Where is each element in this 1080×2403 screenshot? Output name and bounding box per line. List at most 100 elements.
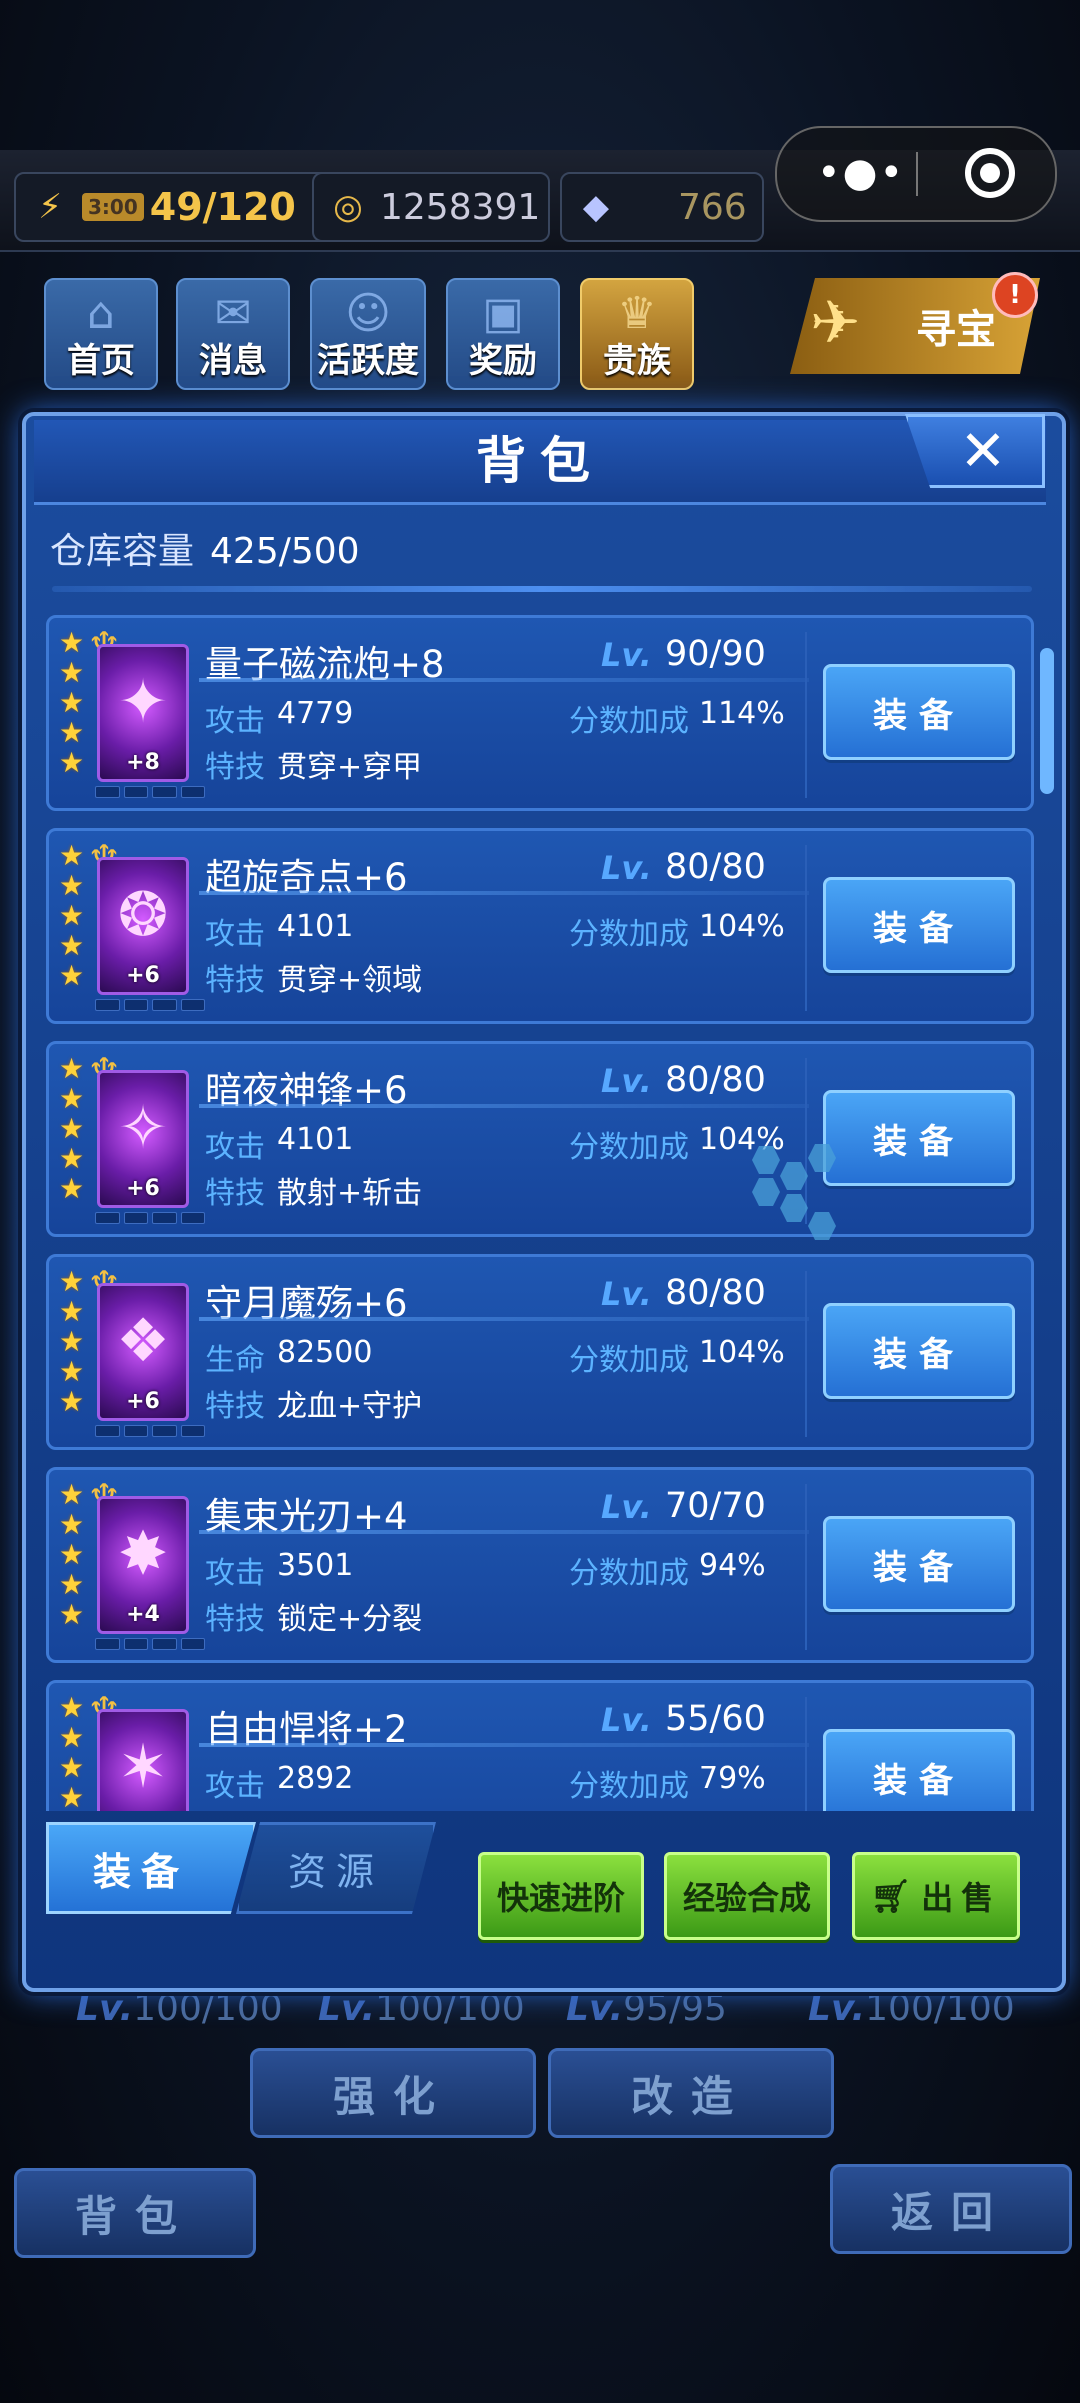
back-button[interactable]: 返回 xyxy=(830,2164,1072,2254)
level-tag: Lv. xyxy=(601,1062,652,1100)
stat-value: 4101 xyxy=(277,909,354,944)
equip-button[interactable]: 装备 xyxy=(823,877,1015,973)
card-divider xyxy=(805,845,807,1011)
enhance-level: +8 xyxy=(126,750,160,775)
skill-label: 特技 xyxy=(205,963,265,998)
skill-value: 锁定+分裂 xyxy=(277,1602,423,1637)
modify-button[interactable]: 改造 xyxy=(548,2048,834,2138)
bag-button[interactable]: 背包 xyxy=(14,2168,256,2258)
star-icon: ★ xyxy=(59,1112,85,1145)
item-card[interactable]: ★★★★★♆❂+6超旋奇点+6Lv.80/80攻击4101分数加成104%特技贯… xyxy=(46,828,1034,1024)
skill-label: 特技 xyxy=(205,1807,265,1811)
close-miniprogram-icon[interactable] xyxy=(965,148,1015,198)
sell-button[interactable]: 🛒︎ 出售 xyxy=(852,1852,1020,1940)
more-icon[interactable]: •●• xyxy=(817,153,905,193)
equip-button[interactable]: 装备 xyxy=(823,664,1015,760)
strengthen-button[interactable]: 强化 xyxy=(250,2048,536,2138)
level-tag: Lv. xyxy=(601,1488,652,1526)
star-icon: ★ xyxy=(59,959,85,992)
star-icon: ★ xyxy=(59,1751,85,1784)
bonus-value: 114% xyxy=(699,696,785,731)
equip-button[interactable]: 装备 xyxy=(823,1090,1015,1186)
item-level: 70/70 xyxy=(665,1486,766,1526)
star-icon: ★ xyxy=(59,899,85,932)
mail-icon: ✉ xyxy=(214,288,252,339)
item-level: 80/80 xyxy=(665,1273,766,1313)
gem-counter[interactable]: ◆ 766 xyxy=(560,172,764,242)
equip-button[interactable]: 装备 xyxy=(823,1729,1015,1811)
nav-noble[interactable]: ♛ 贵族 xyxy=(580,278,694,390)
star-icon: ★ xyxy=(59,716,85,749)
item-thumbnail[interactable]: ❖ +6 xyxy=(97,1283,189,1421)
skill-value: 龙血+守护 xyxy=(277,1389,423,1424)
gem-slots xyxy=(95,1425,205,1437)
item-thumbnail[interactable]: ✸ +4 xyxy=(97,1496,189,1634)
star-icon: ★ xyxy=(59,1538,85,1571)
star-rating: ★★★★★ xyxy=(59,1480,89,1630)
star-icon: ★ xyxy=(59,1781,85,1812)
star-icon: ★ xyxy=(59,686,85,719)
noble-icon: ♛ xyxy=(617,288,657,339)
item-level: 55/60 xyxy=(665,1699,766,1739)
card-divider xyxy=(805,1484,807,1650)
sell-label: 出售 xyxy=(921,1879,1002,1917)
notification-badge: ! xyxy=(992,272,1038,318)
close-icon: ✕ xyxy=(959,418,1007,484)
weapon-icon: ✶ xyxy=(117,1732,169,1802)
mini-program-capsule: •●• xyxy=(775,126,1057,222)
item-list[interactable]: ★★★★★♆✦+8量子磁流炮+8Lv.90/90攻击4779分数加成114%特技… xyxy=(46,615,1036,1811)
tab-resources[interactable]: 资源 xyxy=(236,1822,436,1914)
energy-value: 49/120 xyxy=(149,185,296,229)
tab-equipment[interactable]: 装备 xyxy=(46,1822,256,1914)
behind-level-3: Lv.95/95 xyxy=(566,1988,727,2029)
stat-value: 3501 xyxy=(277,1548,354,1583)
gem-slots xyxy=(95,1212,205,1224)
scrollbar[interactable] xyxy=(1040,648,1054,794)
skill-value: 贯穿+穿甲 xyxy=(277,750,423,785)
capacity-value: 425/500 xyxy=(210,531,360,572)
item-card[interactable]: ★★★★★♆✸+4集束光刃+4Lv.70/70攻击3501分数加成94%特技锁定… xyxy=(46,1467,1034,1663)
home-icon: ⌂ xyxy=(87,288,115,339)
item-thumbnail[interactable]: ✧ +6 xyxy=(97,1070,189,1208)
equip-button[interactable]: 装备 xyxy=(823,1516,1015,1612)
item-thumbnail[interactable]: ❂ +6 xyxy=(97,857,189,995)
stat-label: 攻击 xyxy=(205,917,265,952)
enhance-level: +4 xyxy=(126,1602,160,1627)
exp-merge-button[interactable]: 经验合成 xyxy=(664,1852,830,1940)
card-divider xyxy=(805,1697,807,1811)
nav-activity[interactable]: ☺ 活跃度 xyxy=(310,278,426,390)
level-tag: Lv. xyxy=(601,849,652,887)
item-level: 90/90 xyxy=(665,634,766,674)
bonus-label: 分数加成 xyxy=(569,1769,689,1804)
star-icon: ★ xyxy=(59,1052,85,1085)
item-thumbnail[interactable]: ✦ +8 xyxy=(97,644,189,782)
name-underline xyxy=(199,1743,809,1747)
equip-button[interactable]: 装备 xyxy=(823,1303,1015,1399)
item-card[interactable]: ★★★★★♆✦+8量子磁流炮+8Lv.90/90攻击4779分数加成114%特技… xyxy=(46,615,1034,811)
card-divider xyxy=(805,632,807,798)
gem-slots xyxy=(95,786,205,798)
coin-counter[interactable]: ◎ 1258391 xyxy=(312,172,550,242)
stat-value: 4101 xyxy=(277,1122,354,1157)
item-thumbnail[interactable]: ✶ xyxy=(97,1709,189,1811)
star-icon: ★ xyxy=(59,1355,85,1388)
weapon-icon: ✧ xyxy=(117,1093,169,1163)
item-card[interactable]: ★★★★★♆✧+6暗夜神锋+6Lv.80/80攻击4101分数加成104%特技散… xyxy=(46,1041,1034,1237)
bonus-value: 104% xyxy=(699,1335,785,1370)
name-underline xyxy=(199,678,809,682)
star-icon: ★ xyxy=(59,869,85,902)
stat-label: 攻击 xyxy=(205,1556,265,1591)
enhance-level: +6 xyxy=(126,963,160,988)
item-card[interactable]: ★★★★★♆❖+6守月魔殇+6Lv.80/80生命82500分数加成104%特技… xyxy=(46,1254,1034,1450)
capsule-divider xyxy=(916,152,918,196)
jet-icon: ✈ xyxy=(810,288,861,358)
nav-rewards[interactable]: ▣ 奖励 xyxy=(446,278,560,390)
item-card[interactable]: ★★★★★♆✶自由悍将+2Lv.55/60攻击2892分数加成79%特技装备 xyxy=(46,1680,1034,1811)
fast-upgrade-button[interactable]: 快速进阶 xyxy=(478,1852,644,1940)
nav-home[interactable]: ⌂ 首页 xyxy=(44,278,158,390)
enhance-level: +6 xyxy=(126,1389,160,1414)
nav-home-label: 首页 xyxy=(67,341,135,381)
nav-messages[interactable]: ✉ 消息 xyxy=(176,278,290,390)
energy-counter[interactable]: ⚡ 3:00 49/120 xyxy=(14,172,332,242)
star-icon: ★ xyxy=(59,929,85,962)
